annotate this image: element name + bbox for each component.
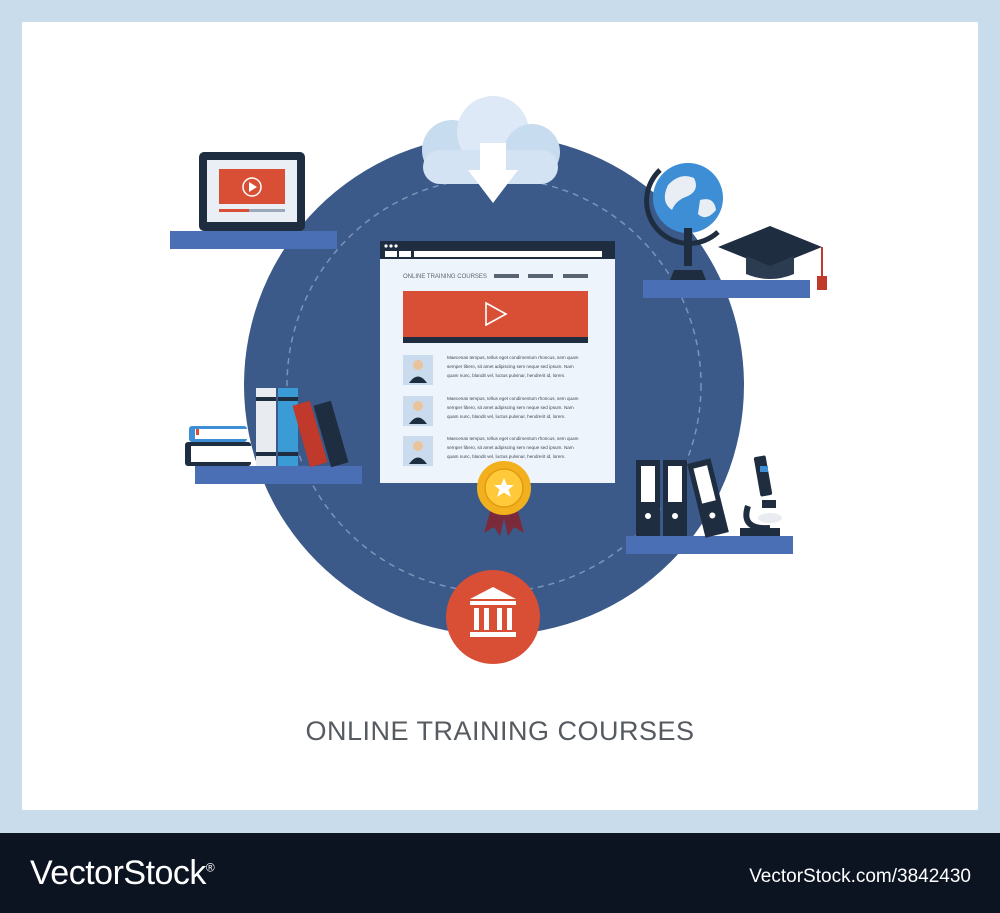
video-tablet-icon [199, 152, 305, 231]
shelf-bottom-right [626, 536, 793, 554]
shelf-middle-left [195, 466, 362, 484]
browser-header-label: ONLINE TRAINING COURSES [403, 274, 487, 280]
image-reference: VectorStock.com/3842430 [749, 866, 971, 887]
svg-text:quam nunc, blandit vel, luctus: quam nunc, blandit vel, luctus pulvinar,… [447, 373, 565, 378]
svg-text:Maecenas tempus, tellus eget c: Maecenas tempus, tellus eget condimentum… [447, 355, 579, 360]
svg-text:quam nunc, blandit vel, luctus: quam nunc, blandit vel, luctus pulvinar,… [447, 414, 565, 419]
university-building-icon [446, 570, 540, 664]
caption-title: ONLINE TRAINING COURSES [305, 716, 695, 746]
svg-text:Maecenas tempus, tellus eget c: Maecenas tempus, tellus eget condimentum… [447, 396, 579, 401]
svg-text:quam nunc, blandit vel, luctus: quam nunc, blandit vel, luctus pulvinar,… [447, 454, 565, 459]
brand-name: VectorStock [30, 854, 206, 892]
shelf-top-right [643, 280, 810, 298]
svg-text:semper libero, sit amet adipis: semper libero, sit amet adipiscing sem n… [447, 364, 574, 369]
microscope-icon [740, 455, 782, 536]
svg-text:semper libero, sit amet adipis: semper libero, sit amet adipiscing sem n… [447, 405, 574, 410]
registered-mark: ® [205, 860, 215, 875]
svg-text:semper libero, sit amet adipis: semper libero, sit amet adipiscing sem n… [447, 445, 574, 450]
browser-text-block-1: Maecenas tempus, tellus eget condimentum… [447, 355, 579, 378]
svg-text:Maecenas tempus, tellus eget c: Maecenas tempus, tellus eget condimentum… [447, 436, 579, 441]
browser-text-block-3: Maecenas tempus, tellus eget condimentum… [447, 436, 579, 459]
vectorstock-logo: VectorStock® [30, 854, 215, 893]
shelf-top-left [170, 231, 337, 249]
browser-text-block-2: Maecenas tempus, tellus eget condimentum… [447, 396, 579, 419]
illustration-scene: ONLINE TRAINING COURSES Maecenas tempus,… [170, 96, 827, 664]
